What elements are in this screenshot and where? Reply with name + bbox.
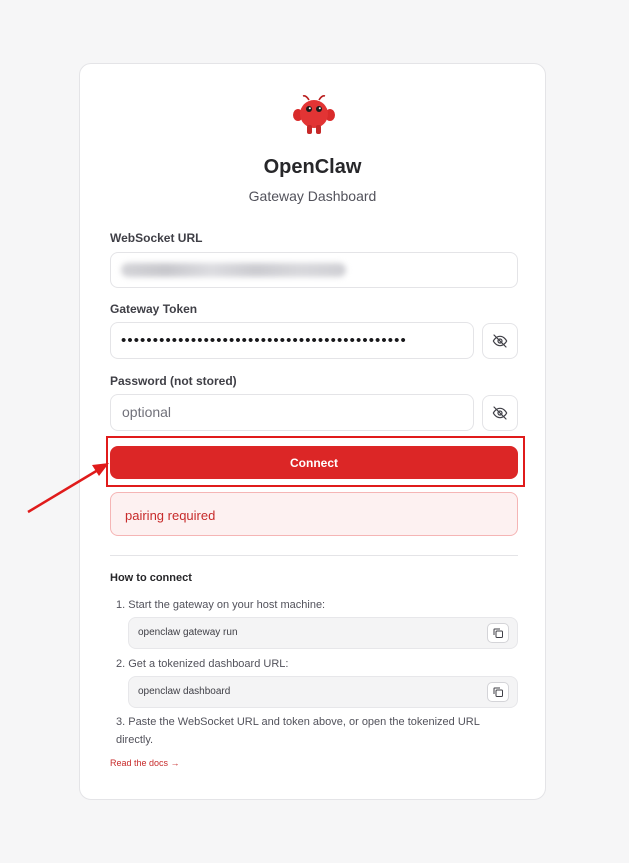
annotation-arrow-icon xyxy=(27,463,109,514)
